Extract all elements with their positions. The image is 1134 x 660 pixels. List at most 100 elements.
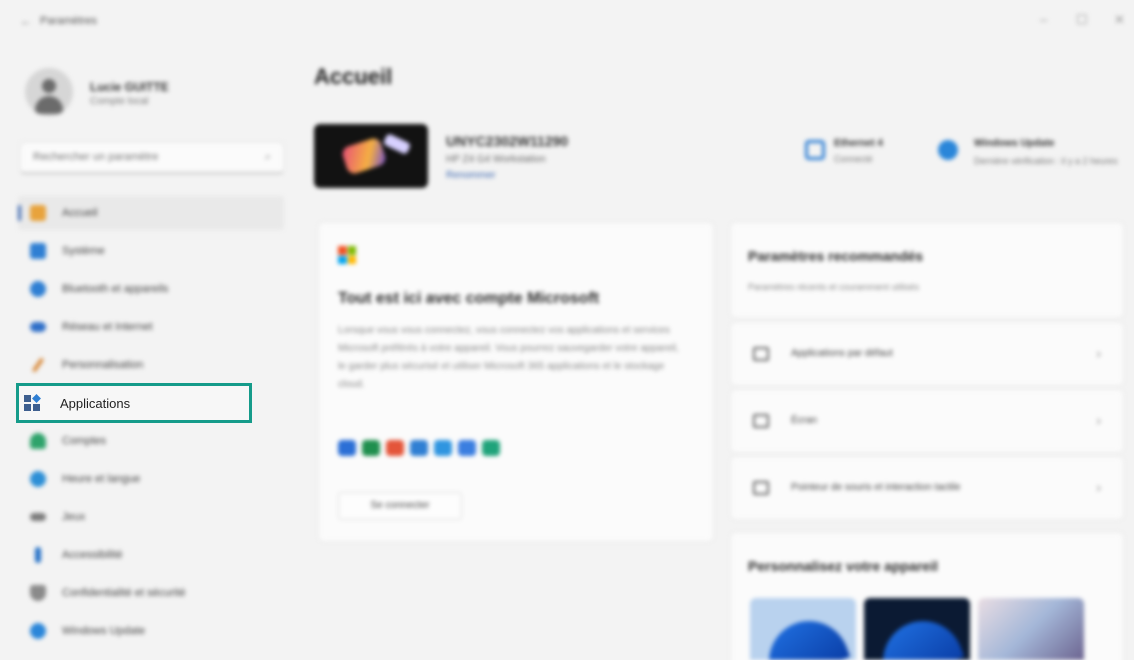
page-title: Accueil [314, 64, 393, 89]
recommended-settings-card [730, 222, 1124, 318]
sidebar-item-label: Réseau et Internet [62, 321, 153, 333]
user-account-type: Compte local [90, 96, 149, 107]
close-button[interactable]: ✕ [1114, 12, 1125, 28]
sidebar-item-accessibilite[interactable]: Accessibilité [18, 538, 284, 572]
sidebar-item-label: Personnalisation [62, 359, 144, 371]
sidebar-item-label: Accessibilité [62, 549, 123, 561]
sidebar-item-systeme[interactable]: Système [18, 234, 284, 268]
blurred-background: ← Paramètres – ☐ ✕ Lucie GUITTE Compte l… [0, 0, 1134, 660]
mouse-icon [753, 481, 769, 495]
recommended-item-label: Écran [791, 415, 818, 426]
system-icon [30, 243, 46, 259]
sidebar-item-bluetooth[interactable]: Bluetooth et appareils [18, 272, 284, 306]
chevron-right-icon: › [1096, 345, 1101, 361]
sidebar-item-comptes[interactable]: Comptes [18, 424, 284, 458]
update-icon [938, 140, 958, 160]
sidebar-item-confidentialite[interactable]: Confidentialité et sécurité [18, 576, 284, 610]
shield-icon [30, 585, 46, 601]
device-wallpaper-thumbnail [314, 124, 428, 188]
apps-icon [24, 394, 41, 411]
recommended-item-default-apps[interactable]: Applications par défaut › [730, 322, 1124, 386]
network-icon [30, 322, 46, 332]
wallpaper-shape [382, 133, 412, 155]
sidebar-item-label: Système [62, 245, 105, 257]
title-bar: ← Paramètres – ☐ ✕ [0, 0, 1134, 40]
sidebar-item-heure-langue[interactable]: Heure et langue [18, 462, 284, 496]
recommended-item-label: Applications par défaut [791, 348, 893, 359]
office-icon [386, 440, 404, 456]
recommended-subtitle: Paramètres récents et couramment utilisé… [748, 282, 920, 292]
device-name: UNYC2302W11290 [446, 133, 569, 149]
search-input[interactable] [21, 143, 241, 171]
avatar-body-shape [35, 96, 63, 114]
apps-icon-square [24, 395, 31, 402]
chevron-right-icon: › [1096, 479, 1101, 495]
home-icon [30, 205, 46, 221]
back-icon[interactable]: ← [20, 14, 32, 28]
personalize-title: Personnalisez votre appareil [748, 558, 938, 574]
sidebar-item-label: Applications [60, 396, 131, 411]
ms-app-icons [338, 440, 506, 458]
accessibility-icon [35, 547, 41, 563]
avatar-head-shape [42, 79, 56, 93]
sidebar-item-reseau[interactable]: Réseau et Internet [18, 310, 284, 344]
time-language-icon [30, 471, 46, 487]
sidebar-item-label: Windows Update [62, 625, 146, 637]
ethernet-status-sub: Connecté [834, 154, 873, 164]
recommended-title: Paramètres recommandés [748, 248, 924, 264]
recommended-item-mouse[interactable]: Pointeur de souris et interaction tactil… [730, 456, 1124, 520]
apps-icon-square [33, 404, 40, 411]
brush-icon [31, 357, 45, 373]
active-indicator [18, 205, 21, 221]
search-box[interactable]: ⌕ [20, 142, 284, 174]
ethernet-status-title: Ethernet 4 [834, 138, 883, 149]
search-icon: ⌕ [264, 151, 271, 163]
recommended-item-display[interactable]: Écran › [730, 389, 1124, 453]
sidebar-item-label: Accueil [62, 207, 98, 219]
maximize-button[interactable]: ☐ [1076, 12, 1088, 28]
sidebar-item-applications[interactable] [16, 383, 252, 423]
device-model: HP Z4 G4 Workstation [446, 154, 546, 165]
sidebar-item-jeux[interactable]: Jeux [18, 500, 284, 534]
excel-icon [362, 440, 380, 456]
sidebar-item-accueil[interactable]: Accueil [18, 196, 284, 230]
accounts-icon [30, 433, 46, 449]
theme-thumbnail-light[interactable] [750, 598, 856, 660]
sidebar-item-label: Jeux [62, 511, 86, 523]
minimize-button[interactable]: – [1040, 12, 1047, 27]
logo-square [338, 246, 347, 255]
games-icon [30, 513, 46, 521]
sidebar-item-windows-update[interactable]: Windows Update [18, 614, 284, 648]
update-status-title[interactable]: Windows Update [974, 138, 1054, 149]
theme-thumbnail-dark[interactable] [864, 598, 970, 660]
avatar[interactable] [25, 68, 73, 116]
outlook-icon [338, 440, 356, 456]
apps-icon-square [32, 394, 41, 403]
wallpaper-shape [340, 136, 388, 176]
sign-in-button[interactable]: Se connecter [338, 492, 462, 520]
user-name: Lucie GUITTE [90, 80, 169, 94]
ms-card-body: Lorsque vous vous connectez, vous connec… [338, 325, 679, 390]
sidebar-item-label: Bluetooth et appareils [62, 283, 169, 295]
window-title: Paramètres [40, 15, 97, 27]
update-status-sub: Dernière vérification : il y a 2 heures [974, 156, 1118, 166]
sidebar-item-label: Heure et langue [62, 473, 141, 485]
sidebar-item-label: Comptes [62, 435, 107, 447]
logo-square [347, 255, 356, 264]
defender-icon [410, 440, 428, 456]
wallpaper-shape [757, 609, 851, 660]
microsoft-logo-icon [338, 246, 356, 264]
ms-card-title: Tout est ici avec compte Microsoft [338, 290, 600, 307]
ethernet-icon [805, 140, 825, 160]
bluetooth-icon [30, 281, 46, 297]
sidebar-item-personnalisation[interactable]: Personnalisation [18, 348, 284, 382]
wallpaper-shape [871, 609, 965, 660]
onedrive-icon [434, 440, 452, 456]
rename-link[interactable]: Renommer [446, 170, 495, 181]
update-icon [30, 623, 46, 639]
chevron-right-icon: › [1096, 412, 1101, 428]
sidebar-item-label: Confidentialité et sécurité [62, 587, 186, 599]
theme-thumbnail-glow[interactable] [978, 598, 1084, 660]
recommended-item-label: Pointeur de souris et interaction tactil… [791, 482, 961, 493]
family-icon [482, 440, 500, 456]
